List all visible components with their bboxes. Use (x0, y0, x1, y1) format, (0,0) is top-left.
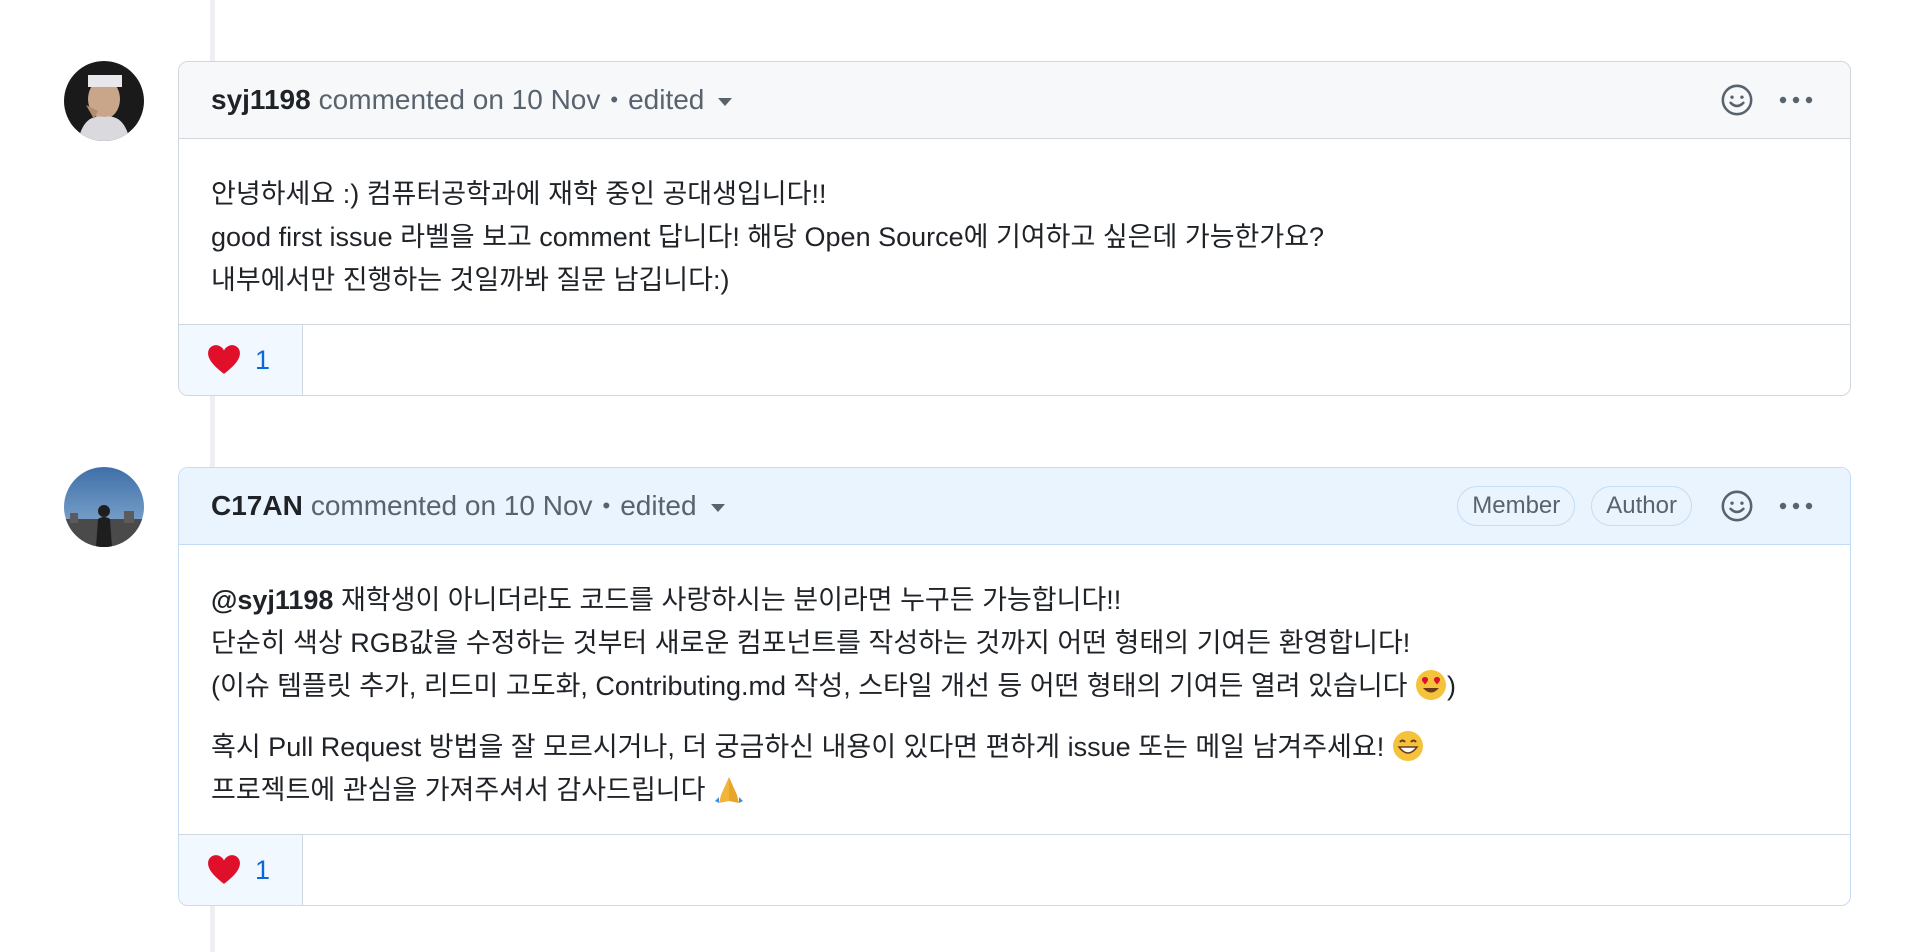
heart-reaction-button[interactable]: 1 (179, 325, 303, 395)
kebab-horizontal-icon[interactable] (1778, 95, 1814, 105)
chevron-down-icon[interactable] (718, 98, 733, 106)
reaction-count: 1 (255, 854, 271, 885)
chevron-down-icon[interactable] (710, 504, 725, 512)
edited-label[interactable]: edited (620, 490, 696, 522)
avatar-C17AN[interactable] (64, 467, 144, 547)
separator: • (610, 87, 619, 112)
folded-hands-emoji-icon (714, 777, 743, 803)
comment-line: 프로젝트에 관심을 가져주셔서 감사드립니다 (211, 769, 1818, 812)
comment-body: @syj1198 재학생이 아니더라도 코드를 사랑하시는 분이라면 누구든 가… (179, 545, 1850, 834)
separator: • (602, 493, 611, 518)
comment-card-2: C17AN commented on 10 Nov • edited Membe… (178, 467, 1851, 906)
avatar-syj1198[interactable] (64, 61, 144, 141)
heart-icon (208, 855, 240, 884)
member-badge: Member (1457, 486, 1576, 526)
comment-line: 단순히 색상 RGB값을 수정하는 것부터 새로운 컴포넌트를 작성하는 것까지… (211, 628, 1411, 658)
comment-line: good first issue 라벨을 보고 comment 답니다! 해당 … (211, 222, 1325, 252)
comment-text: (이슈 템플릿 추가, 리드미 고도화, Contributing.md 작성,… (211, 671, 1416, 701)
comment-line: 내부에서만 진행하는 것일까봐 질문 남깁니다:) (211, 265, 730, 295)
comment-header: C17AN commented on 10 Nov • edited Membe… (179, 468, 1850, 545)
smiley-icon[interactable] (1720, 83, 1754, 117)
avatar-image (64, 61, 144, 141)
grinning-emoji-icon (1392, 731, 1423, 761)
comment-header: syj1198 commented on 10 Nov • edited (179, 62, 1850, 139)
comment-author[interactable]: syj1198 (211, 84, 311, 116)
comment-text: 프로젝트에 관심을 가져주셔서 감사드립니다 (211, 775, 713, 805)
reaction-count: 1 (255, 344, 271, 375)
comment-text: 재학생이 아니더라도 코드를 사랑하시는 분이라면 누구든 가능합니다!! (333, 585, 1122, 615)
edited-label[interactable]: edited (628, 84, 704, 116)
comment-body: 안녕하세요 :) 컴퓨터공학과에 재학 중인 공대생입니다!! good fir… (179, 139, 1850, 324)
comment-line: 혹시 Pull Request 방법을 잘 모르시거나, 더 궁금하신 내용이 … (211, 726, 1818, 769)
avatar-image (64, 467, 144, 547)
heart-icon (208, 345, 240, 374)
kebab-horizontal-icon[interactable] (1778, 501, 1814, 511)
comment-line: @syj1198 재학생이 아니더라도 코드를 사랑하시는 분이라면 누구든 가… (211, 579, 1818, 622)
reactions-bar: 1 (179, 324, 1850, 395)
comment-timestamp[interactable]: commented on 10 Nov (311, 490, 593, 522)
heart-reaction-button[interactable]: 1 (179, 835, 303, 905)
smiley-icon[interactable] (1720, 489, 1754, 523)
heart-eyes-emoji-icon (1416, 670, 1447, 700)
comment-line: (이슈 템플릿 추가, 리드미 고도화, Contributing.md 작성,… (211, 665, 1818, 708)
comment-card-1: syj1198 commented on 10 Nov • edited 안녕하… (178, 61, 1851, 396)
user-mention-link[interactable]: @syj1198 (211, 585, 333, 615)
author-badge: Author (1591, 486, 1692, 526)
comment-author[interactable]: C17AN (211, 490, 303, 522)
comment-text: ) (1447, 671, 1457, 701)
comment-text: 혹시 Pull Request 방법을 잘 모르시거나, 더 궁금하신 내용이 … (211, 732, 1392, 762)
comment-line: 안녕하세요 :) 컴퓨터공학과에 재학 중인 공대생입니다!! (211, 179, 827, 209)
reactions-bar: 1 (179, 834, 1850, 905)
comment-timestamp[interactable]: commented on 10 Nov (319, 84, 601, 116)
